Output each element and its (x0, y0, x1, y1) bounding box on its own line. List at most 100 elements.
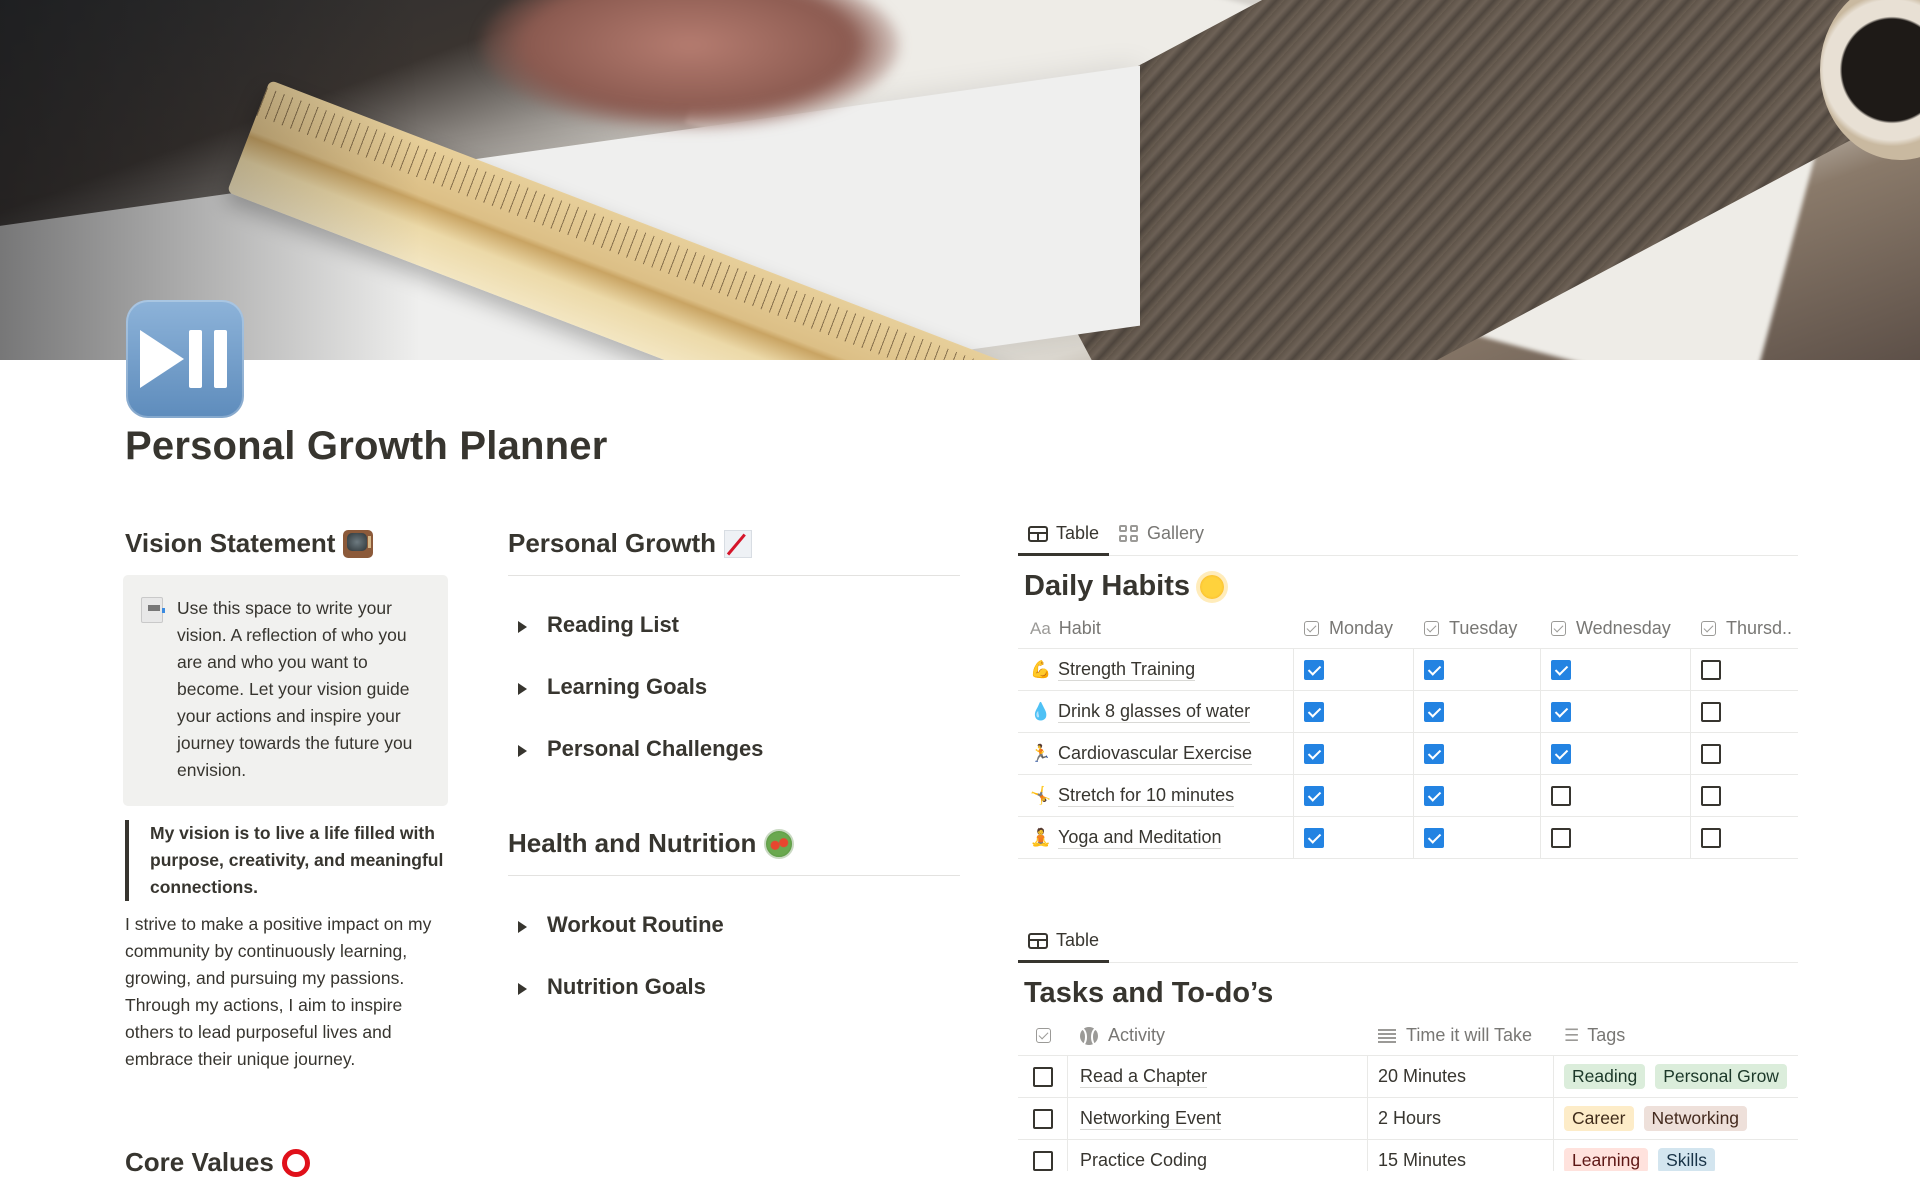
habit-name-cell[interactable]: 💪 Strength Training (1018, 649, 1294, 690)
habit-checkbox[interactable] (1551, 659, 1571, 680)
task-activity[interactable]: Practice Coding (1080, 1150, 1208, 1171)
habit-day-cell (1691, 691, 1798, 732)
habit-row: 💪 Strength Training (1018, 649, 1798, 691)
column-header-time[interactable]: Time it will Take (1368, 1016, 1554, 1055)
task-done-cell (1018, 1098, 1068, 1139)
toggle-arrow-icon[interactable] (518, 983, 527, 995)
toggle-label[interactable]: Learning Goals (547, 674, 707, 700)
task-activity-cell[interactable]: Networking Event (1068, 1098, 1368, 1139)
habit-name[interactable]: Cardiovascular Exercise (1058, 743, 1253, 765)
habit-name[interactable]: Yoga and Meditation (1058, 827, 1222, 849)
habit-name-cell[interactable]: 🧘 Yoga and Meditation (1018, 817, 1294, 858)
column-header-label: Tuesday (1449, 618, 1518, 638)
column-header-activity[interactable]: Activity (1068, 1016, 1368, 1055)
page-title[interactable]: Personal Growth Planner (125, 424, 608, 469)
habits-header-row: Aa Habit Monday Tuesday Wednesday Thursd… (1018, 609, 1798, 649)
core-values-heading-text: Core Values (125, 1147, 274, 1177)
view-tab-table[interactable]: Table (1018, 919, 1110, 963)
habit-name[interactable]: Stretch for 10 minutes (1058, 785, 1235, 807)
toggle-label[interactable]: Reading List (547, 612, 679, 638)
tag-badge[interactable]: Personal Grow (1655, 1064, 1787, 1089)
toggle-label[interactable]: Workout Routine (547, 912, 724, 938)
callout-text[interactable]: Use this space to write your vision. A r… (177, 595, 428, 784)
habit-name-cell[interactable]: 💧 Drink 8 glasses of water (1018, 691, 1294, 732)
view-tab-gallery[interactable]: Gallery (1109, 512, 1214, 555)
tag-badge[interactable]: Networking (1643, 1106, 1748, 1131)
task-checkbox[interactable] (1032, 1108, 1053, 1129)
list-icon: ☰ (1564, 1025, 1580, 1045)
toggle-block[interactable]: Reading List (508, 594, 960, 656)
task-time-cell[interactable]: 15 Minutes (1368, 1140, 1554, 1171)
habit-checkbox[interactable] (1551, 743, 1571, 764)
task-checkbox[interactable] (1032, 1066, 1053, 1087)
habit-name-cell[interactable]: 🏃 Cardiovascular Exercise (1018, 733, 1294, 774)
habit-checkbox[interactable] (1304, 827, 1324, 848)
personal-growth-heading: Personal Growth (508, 528, 960, 559)
task-time: 20 Minutes (1378, 1066, 1467, 1086)
toggle-arrow-icon[interactable] (518, 621, 527, 633)
habit-checkbox[interactable] (1701, 827, 1721, 848)
habit-checkbox[interactable] (1701, 743, 1721, 764)
habit-checkbox[interactable] (1424, 827, 1444, 848)
habit-name[interactable]: Strength Training (1058, 659, 1196, 681)
habit-checkbox[interactable] (1424, 785, 1444, 806)
habit-checkbox[interactable] (1551, 827, 1571, 848)
play-pause-icon[interactable] (126, 300, 244, 418)
habit-checkbox[interactable] (1701, 659, 1721, 680)
toggle-block[interactable]: Learning Goals (508, 656, 960, 718)
habit-checkbox[interactable] (1304, 701, 1324, 722)
toggle-label[interactable]: Personal Challenges (547, 736, 763, 762)
toggle-label[interactable]: Nutrition Goals (547, 974, 706, 1000)
habit-checkbox[interactable] (1304, 659, 1324, 680)
habit-checkbox[interactable] (1701, 785, 1721, 806)
habit-checkbox[interactable] (1304, 785, 1324, 806)
column-header-day[interactable]: Monday (1294, 609, 1414, 648)
task-checkbox[interactable] (1032, 1150, 1053, 1171)
habit-checkbox[interactable] (1424, 659, 1444, 680)
task-tags-cell[interactable]: Reading Personal Grow (1554, 1056, 1794, 1097)
health-nutrition-heading-text: Health and Nutrition (508, 828, 757, 858)
task-activity[interactable]: Read a Chapter (1080, 1066, 1208, 1088)
toggle-block[interactable]: Personal Challenges (508, 718, 960, 780)
tag-badge[interactable]: Learning (1564, 1148, 1649, 1171)
view-tab-table[interactable]: Table (1018, 512, 1110, 556)
text-property-icon: Aa (1030, 618, 1051, 638)
column-header-tags[interactable]: ☰ Tags (1554, 1016, 1794, 1055)
task-row: Read a Chapter 20 Minutes Reading Personal … (1018, 1056, 1798, 1098)
tag-badge[interactable]: Skills (1658, 1148, 1715, 1171)
toggle-block[interactable]: Nutrition Goals (508, 956, 960, 1018)
tag-badge[interactable]: Reading (1564, 1064, 1646, 1089)
task-tags-cell[interactable]: Learning Skills (1554, 1140, 1794, 1171)
tasks-db-title[interactable]: Tasks and To-do’s (1024, 977, 1798, 1010)
toggle-arrow-icon[interactable] (518, 745, 527, 757)
habit-checkbox[interactable] (1304, 743, 1324, 764)
habit-checkbox[interactable] (1551, 785, 1571, 806)
toggle-arrow-icon[interactable] (518, 683, 527, 695)
vision-paragraph[interactable]: I strive to make a positive impact on my… (125, 911, 447, 1073)
habit-name-cell[interactable]: 🤸 Stretch for 10 minutes (1018, 775, 1294, 816)
column-header-done[interactable] (1018, 1016, 1068, 1055)
document-icon (141, 597, 165, 623)
column-header-day[interactable]: Tuesday (1414, 609, 1541, 648)
task-time-cell[interactable]: 20 Minutes (1368, 1056, 1554, 1097)
tag-badge[interactable]: Career (1564, 1106, 1634, 1131)
task-activity[interactable]: Networking Event (1080, 1108, 1222, 1130)
habit-checkbox[interactable] (1424, 743, 1444, 764)
habit-day-cell (1691, 817, 1798, 858)
habit-checkbox[interactable] (1701, 701, 1721, 722)
vision-quote[interactable]: My vision is to live a life filled with … (125, 820, 447, 901)
column-header-habit[interactable]: Aa Habit (1018, 609, 1294, 648)
task-tags-cell[interactable]: Career Networking (1554, 1098, 1794, 1139)
task-time-cell[interactable]: 2 Hours (1368, 1098, 1554, 1139)
vision-callout[interactable]: Use this space to write your vision. A r… (123, 575, 448, 806)
column-header-day[interactable]: Wednesday (1541, 609, 1691, 648)
toggle-arrow-icon[interactable] (518, 921, 527, 933)
habit-checkbox[interactable] (1424, 701, 1444, 722)
habits-db-title[interactable]: Daily Habits (1024, 570, 1798, 603)
habit-name[interactable]: Drink 8 glasses of water (1058, 701, 1251, 723)
column-header-day[interactable]: Thursd.. (1691, 609, 1798, 648)
task-activity-cell[interactable]: Read a Chapter (1068, 1056, 1368, 1097)
task-activity-cell[interactable]: Practice Coding (1068, 1140, 1368, 1171)
toggle-block[interactable]: Workout Routine (508, 894, 960, 956)
habit-checkbox[interactable] (1551, 701, 1571, 722)
